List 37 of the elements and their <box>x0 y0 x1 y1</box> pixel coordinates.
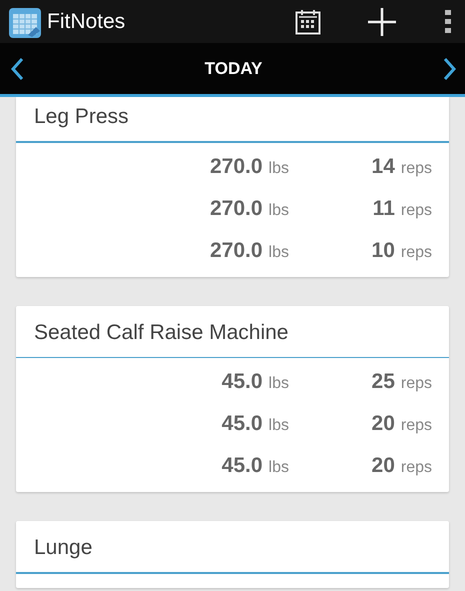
reps-value: 20 <box>372 454 395 477</box>
reps-unit: reps <box>400 459 432 476</box>
exercise-card[interactable]: Seated Calf Raise Machine 45.0 lbs 25 reps 45.0 lbs 20 reps 45.0 lbs 20 reps <box>16 306 449 492</box>
add-icon[interactable] <box>367 6 397 36</box>
weight-unit: lbs <box>268 160 289 176</box>
reps-unit: reps <box>400 160 432 176</box>
weight-unit: lbs <box>268 459 289 476</box>
reps-value: 25 <box>372 370 395 393</box>
reps-unit: reps <box>400 244 432 260</box>
calendar-icon[interactable] <box>295 8 321 34</box>
reps-value: 10 <box>372 238 395 262</box>
overflow-menu-icon[interactable] <box>445 10 451 34</box>
weight-value: 270.0 <box>210 238 263 262</box>
reps-value: 20 <box>372 412 395 435</box>
exercise-name: Leg Press <box>33 104 130 130</box>
weight-value: 270.0 <box>210 196 263 220</box>
weight-value: 45.0 <box>222 370 263 393</box>
previous-day-icon[interactable] <box>10 56 24 80</box>
weight-value: 270.0 <box>210 154 263 178</box>
reps-unit: reps <box>400 202 432 218</box>
weight-unit: lbs <box>268 244 289 260</box>
weight-unit: lbs <box>268 202 289 218</box>
weight-value: 45.0 <box>222 454 263 477</box>
reps-unit: reps <box>400 375 432 392</box>
reps-value: 11 <box>372 196 395 220</box>
weight-unit: lbs <box>268 375 289 392</box>
reps-unit: reps <box>400 417 432 434</box>
weight-unit: lbs <box>268 417 289 434</box>
exercise-card[interactable]: Lunge <box>16 521 449 588</box>
reps-value: 14 <box>372 154 395 178</box>
next-day-icon[interactable] <box>442 56 457 80</box>
exercise-name: Seated Calf Raise Machine <box>33 320 290 346</box>
weight-value: 45.0 <box>222 412 263 435</box>
exercise-card[interactable]: Leg Press 270.0 lbs 14 reps 270.0 lbs 11 reps 270.0 lbs 10 reps <box>16 97 449 276</box>
exercise-name: Lunge <box>33 535 94 561</box>
app-title: FitNotes <box>47 10 126 34</box>
date-label: TODAY <box>204 58 262 78</box>
